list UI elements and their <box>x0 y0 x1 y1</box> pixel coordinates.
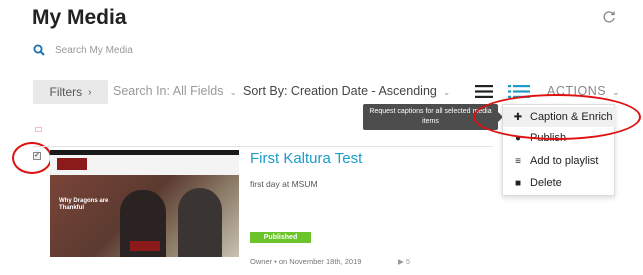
chevron-down-icon: ⌄ <box>612 87 621 97</box>
status-badge: Published <box>250 232 311 243</box>
sort-by-label: Sort By: Creation Date - Ascending <box>243 84 437 98</box>
menu-item-delete[interactable]: ■ Delete <box>503 173 616 193</box>
filters-label: Filters <box>49 85 83 99</box>
entry-checkbox[interactable]: ✓ <box>33 152 41 160</box>
media-title-link[interactable]: First Kaltura Test <box>250 150 362 167</box>
thumbnail-headline: Why Dragons are Thankful <box>59 198 109 211</box>
select-all-checkbox[interactable] <box>35 127 42 132</box>
search-input[interactable] <box>55 44 255 56</box>
play-icon: ▶ <box>398 257 404 266</box>
filters-button[interactable]: Filters › <box>33 80 108 104</box>
thumbnail-person <box>178 188 222 257</box>
media-description: first day at MSUM <box>250 179 318 189</box>
chevron-down-icon: ⌄ <box>229 87 238 97</box>
sort-by-dropdown[interactable]: Sort By: Creation Date - Ascending ⌄ <box>243 84 450 98</box>
search-icon[interactable] <box>33 44 45 56</box>
menu-item-add-to-playlist[interactable]: ≡ Add to playlist <box>503 151 616 171</box>
menu-item-label: Delete <box>530 177 562 189</box>
list-view-icon[interactable] <box>475 84 493 99</box>
media-thumbnail[interactable]: Why Dragons are Thankful <box>50 150 239 257</box>
search-bar <box>33 44 255 56</box>
annotation-circle <box>473 94 641 140</box>
plays-count: ▶ 5 <box>398 257 410 266</box>
thumbnail-logo <box>57 158 87 170</box>
search-in-dropdown[interactable]: Search In: All Fields ⌄ <box>113 84 237 98</box>
search-in-label: Search In: All Fields <box>113 84 224 98</box>
menu-item-label: Add to playlist <box>530 155 599 167</box>
chevron-down-icon: ⌄ <box>442 87 451 97</box>
divider <box>33 146 493 147</box>
playlist-add-icon: ≡ <box>515 155 521 167</box>
media-meta: Owner • on November 18th, 2019 <box>250 257 362 266</box>
thumbnail-badge <box>130 241 160 251</box>
plays-value: 5 <box>405 257 411 266</box>
page-title: My Media <box>32 6 127 29</box>
trash-icon: ■ <box>514 177 522 189</box>
refresh-icon[interactable] <box>602 10 616 24</box>
chevron-right-icon: › <box>88 86 92 98</box>
